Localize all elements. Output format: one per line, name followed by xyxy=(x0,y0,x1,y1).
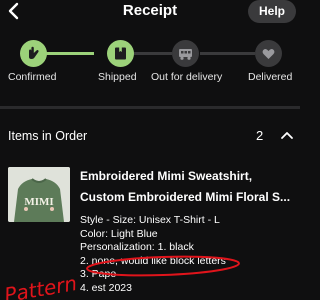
progress-line-pending xyxy=(200,52,255,55)
product-title-line: Embroidered Mimi Sweatshirt, xyxy=(80,169,253,183)
sweatshirt-image: MIMI xyxy=(8,167,70,222)
handwritten-annotation: Pattern xyxy=(2,271,78,300)
heart-box-icon xyxy=(262,49,275,59)
step-shipped xyxy=(107,40,134,67)
step-delivered xyxy=(255,40,282,67)
step-out-for-delivery xyxy=(172,40,199,67)
detail-style-size: Style - Size: Unisex T-Shirt - L xyxy=(80,214,220,226)
items-in-order-heading: Items in Order xyxy=(8,129,88,143)
detail-personalization-line: 2. none, would like block letters xyxy=(80,254,226,267)
section-divider xyxy=(0,106,300,109)
product-title[interactable]: Embroidered Mimi Sweatshirt, Custom Embr… xyxy=(80,166,295,208)
package-icon xyxy=(115,47,126,60)
product-thumbnail[interactable]: MIMI xyxy=(8,167,70,222)
detail-personalization-line: 3. Pape xyxy=(80,268,117,280)
detail-personalization-line: 4. est 2023 xyxy=(80,281,132,294)
items-count: 2 xyxy=(256,128,264,143)
progress-line-pending xyxy=(130,52,172,55)
progress-line-done xyxy=(44,52,94,55)
chevron-up-icon[interactable] xyxy=(280,130,294,140)
step-confirmed xyxy=(20,40,47,67)
step-label: Delivered xyxy=(248,71,293,83)
hand-icon xyxy=(29,46,39,59)
detail-personalization: Personalization: 1. black xyxy=(80,241,194,253)
top-bar: Receipt Help xyxy=(0,0,300,24)
truck-icon xyxy=(179,49,192,60)
order-progress-tracker: Confirmed Shipped Out for delivery Deliv… xyxy=(0,36,300,92)
thumb-text: MIMI xyxy=(24,196,53,208)
step-label: Shipped xyxy=(98,71,137,83)
product-details: Style - Size: Unisex T-Shirt - L Color: … xyxy=(80,214,226,295)
help-button[interactable]: Help xyxy=(248,0,296,23)
detail-color: Color: Light Blue xyxy=(80,227,158,240)
product-title-line: Custom Embroidered Mimi Floral S... xyxy=(80,190,291,204)
step-label: Confirmed xyxy=(8,71,57,83)
step-label: Out for delivery xyxy=(151,71,223,83)
